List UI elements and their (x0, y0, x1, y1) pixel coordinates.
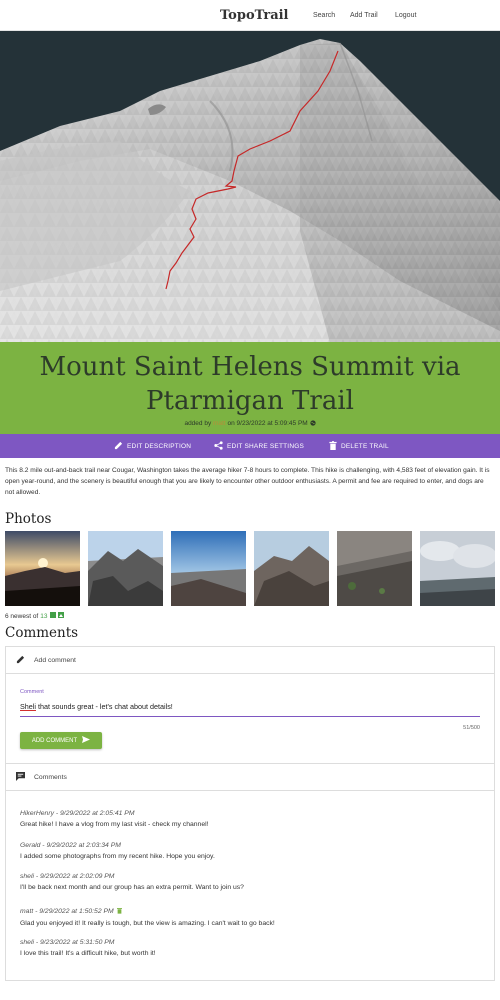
trail-action-bar: EDIT DESCRIPTION EDIT SHARE SETTINGS DEL… (0, 434, 500, 458)
photo-count: 6 newest of 13 (5, 612, 65, 621)
add-comment-header: Add comment (6, 647, 494, 674)
comment-meta: matt - 9/29/2022 at 1:50:52 PM (20, 907, 480, 916)
comment-text: I added some photographs from my recent … (20, 853, 215, 860)
pencil-icon (114, 441, 127, 452)
added-by-user-link[interactable]: matt (213, 420, 226, 427)
edit-share-settings-button[interactable]: EDIT SHARE SETTINGS (214, 441, 304, 452)
edit-description-button[interactable]: EDIT DESCRIPTION (114, 441, 191, 452)
photo-thumbnail-crater[interactable] (254, 531, 329, 606)
nav-add-trail-link[interactable]: Add Trail (350, 12, 378, 19)
comments-list-header: Comments (6, 764, 494, 791)
nav-logout-link[interactable]: Logout (395, 12, 416, 19)
trail-3d-relief-view[interactable] (0, 31, 500, 343)
delete-comment-icon[interactable] (116, 907, 122, 916)
trail-title-band: Mount Saint Helens Summit via Ptarmigan … (0, 342, 500, 434)
comment-text: Great hike! I have a vlog from my last v… (20, 821, 209, 828)
comment-item: sheli - 9/29/2022 at 2:02:09 PM I'll be … (20, 873, 480, 891)
comment-item: sheli - 9/23/2022 at 5:31:50 PM I love t… (20, 939, 480, 957)
delete-trail-button[interactable]: DELETE TRAIL (329, 441, 389, 452)
photo-library-icon[interactable] (50, 612, 65, 621)
added-by-info: added by matt on 9/23/2022 at 5:09:45 PM (0, 420, 500, 427)
comment-meta: Gerald - 9/29/2022 at 2:03:34 PM (20, 842, 121, 849)
all-photos-link[interactable]: 13 (40, 613, 47, 620)
mention-text: Sheli (20, 702, 36, 711)
comment-meta: HikerHenry - 9/29/2022 at 2:05:41 PM (20, 810, 135, 817)
photos-heading: Photos (5, 511, 52, 527)
comments-heading: Comments (5, 625, 79, 641)
photo-thumbnail-slope[interactable] (337, 531, 412, 606)
comment-text: I'll be back next month and our group ha… (20, 884, 244, 891)
comment-meta: sheli - 9/29/2022 at 2:02:09 PM (20, 873, 115, 880)
comment-input[interactable]: Sheli that sounds great - let's chat abo… (20, 700, 480, 717)
comment-text: Glad you enjoyed it! It really is tough,… (20, 920, 275, 927)
photo-thumbnail-sunset[interactable] (5, 531, 80, 606)
chat-icon (16, 771, 25, 783)
nav-search-link[interactable]: Search (313, 12, 335, 19)
photo-thumbnail-cloudy-view[interactable] (420, 531, 495, 606)
comment-text: I love this trail! It's a difficult hike… (20, 950, 156, 957)
trail-title: Mount Saint Helens Summit via Ptarmigan … (39, 352, 461, 416)
trash-icon (329, 441, 341, 452)
comment-item: HikerHenry - 9/29/2022 at 2:05:41 PM Gre… (20, 810, 480, 828)
mountain-relief-render (0, 39, 500, 343)
comment-meta: sheli - 9/23/2022 at 5:31:50 PM (20, 939, 115, 946)
send-icon (77, 736, 91, 745)
comment-item: matt - 9/29/2022 at 1:50:52 PM Glad you … (20, 907, 480, 927)
pencil-icon (16, 655, 25, 666)
globe-icon (309, 420, 316, 427)
share-icon (214, 441, 227, 452)
comment-field-label: Comment (20, 689, 44, 695)
trail-description: This 8.2 mile out-and-back trail near Co… (5, 467, 490, 496)
photo-thumbnail-rocks[interactable] (88, 531, 163, 606)
comment-item: Gerald - 9/29/2022 at 2:03:34 PM I added… (20, 842, 480, 860)
photo-thumbnail-ridge-sky[interactable] (171, 531, 246, 606)
character-counter: 51/500 (463, 725, 480, 731)
top-navbar: TopoTrail Search Add Trail Logout (0, 0, 500, 31)
add-comment-button[interactable]: ADD COMMENT (20, 732, 102, 749)
brand-logo[interactable]: TopoTrail (220, 8, 289, 23)
